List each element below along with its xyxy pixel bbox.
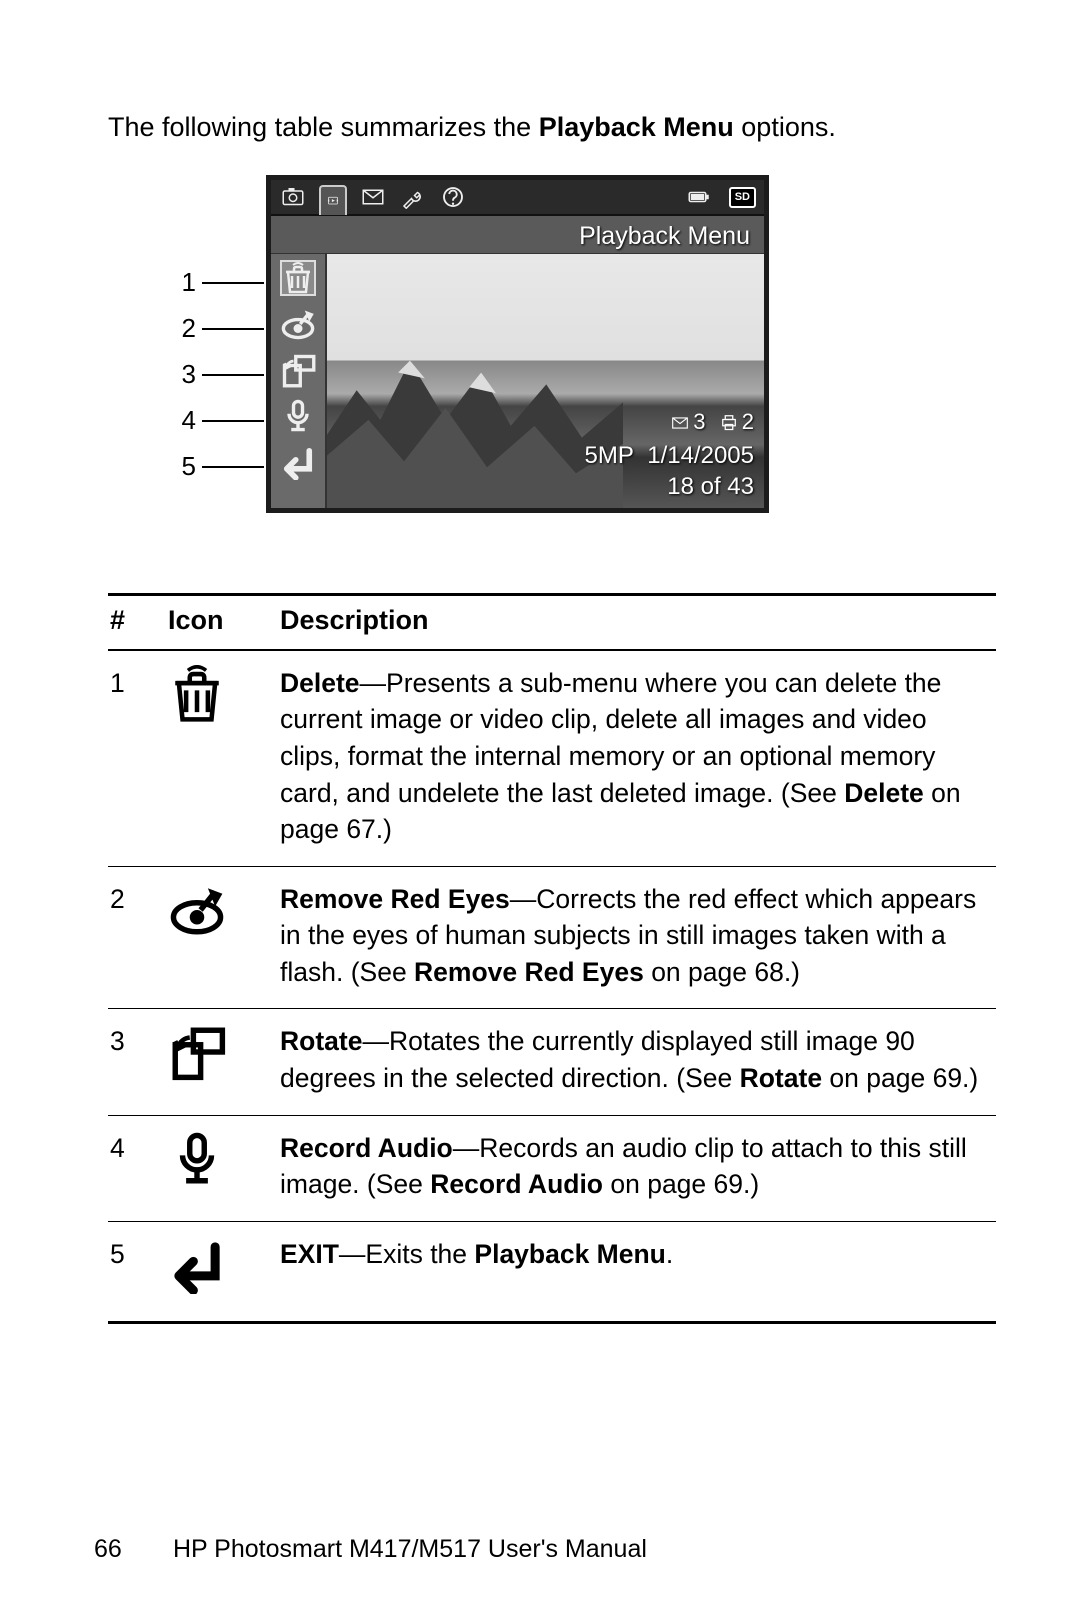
redeye-icon: [166, 866, 278, 1009]
row-desc: Rotate—Rotates the currently displayed s…: [278, 1009, 996, 1115]
lcd-photo: 3 2 5MP 1/14/2005 18 of 43: [327, 254, 764, 508]
header-desc: Description: [278, 595, 996, 650]
table-row: 5 EXIT—Exits the Playback Menu.: [108, 1221, 996, 1323]
row-num: 5: [108, 1221, 166, 1323]
callout-5: 5: [146, 449, 264, 484]
playback-menu-figure: 1 2 3 4 5 SD Playback Menu: [146, 175, 866, 525]
rotate-icon: [280, 352, 316, 388]
photo-overlay: 3 2 5MP 1/14/2005 18 of 43: [585, 408, 754, 502]
row-num: 3: [108, 1009, 166, 1115]
mail-tab-icon: [359, 185, 387, 209]
manual-title: HP Photosmart M417/M517 User's Manual: [173, 1535, 647, 1563]
lcd-sidebar: [271, 254, 327, 508]
row-num: 2: [108, 866, 166, 1009]
callout-1: 1: [146, 265, 264, 300]
battery-icon: [685, 185, 713, 209]
exit-icon: [166, 1221, 278, 1323]
sd-card-icon: SD: [729, 187, 756, 208]
lcd-title: Playback Menu: [271, 216, 764, 254]
mic-icon: [280, 398, 316, 434]
mail-count-icon: [669, 411, 691, 440]
playback-tab-icon: [319, 185, 347, 215]
help-tab-icon: [439, 185, 467, 209]
camera-lcd: SD Playback Menu: [266, 175, 769, 513]
row-num: 4: [108, 1115, 166, 1221]
redeye-icon: [280, 306, 316, 342]
callout-2: 2: [146, 311, 264, 346]
row-desc: Record Audio—Records an audio clip to at…: [278, 1115, 996, 1221]
table-row: 1 Delete—Presents a sub-menu where you ca…: [108, 650, 996, 866]
row-desc: EXIT—Exits the Playback Menu.: [278, 1221, 996, 1323]
setup-tab-icon: [399, 185, 427, 209]
table-row: 4 Record Audio—Records an audio clip to a…: [108, 1115, 996, 1221]
intro-text: The following table summarizes the Playb…: [108, 109, 996, 145]
callout-4: 4: [146, 403, 264, 438]
table-row: 2 Remove Red Eyes—Corrects the red effect…: [108, 866, 996, 1009]
camera-tab-icon: [279, 185, 307, 209]
row-num: 1: [108, 650, 166, 866]
mic-icon: [166, 1115, 278, 1221]
table-row: 3 Rotate—Rotates the currently displayed …: [108, 1009, 996, 1115]
exit-icon: [280, 444, 316, 480]
row-desc: Remove Red Eyes—Corrects the red effect …: [278, 866, 996, 1009]
callout-3: 3: [146, 357, 264, 392]
print-count-icon: [718, 411, 740, 440]
options-table: # Icon Description 1 Delete—Presents a su…: [108, 593, 996, 1324]
trash-icon: [166, 650, 278, 866]
header-num: #: [108, 595, 166, 650]
row-desc: Delete—Presents a sub-menu where you can…: [278, 650, 996, 866]
page-number: 66: [94, 1535, 166, 1564]
lcd-tab-bar: SD: [271, 180, 764, 216]
trash-icon: [280, 260, 316, 296]
header-icon: Icon: [166, 595, 278, 650]
page-footer: 66 HP Photosmart M417/M517 User's Manual: [94, 1535, 647, 1564]
rotate-icon: [166, 1009, 278, 1115]
